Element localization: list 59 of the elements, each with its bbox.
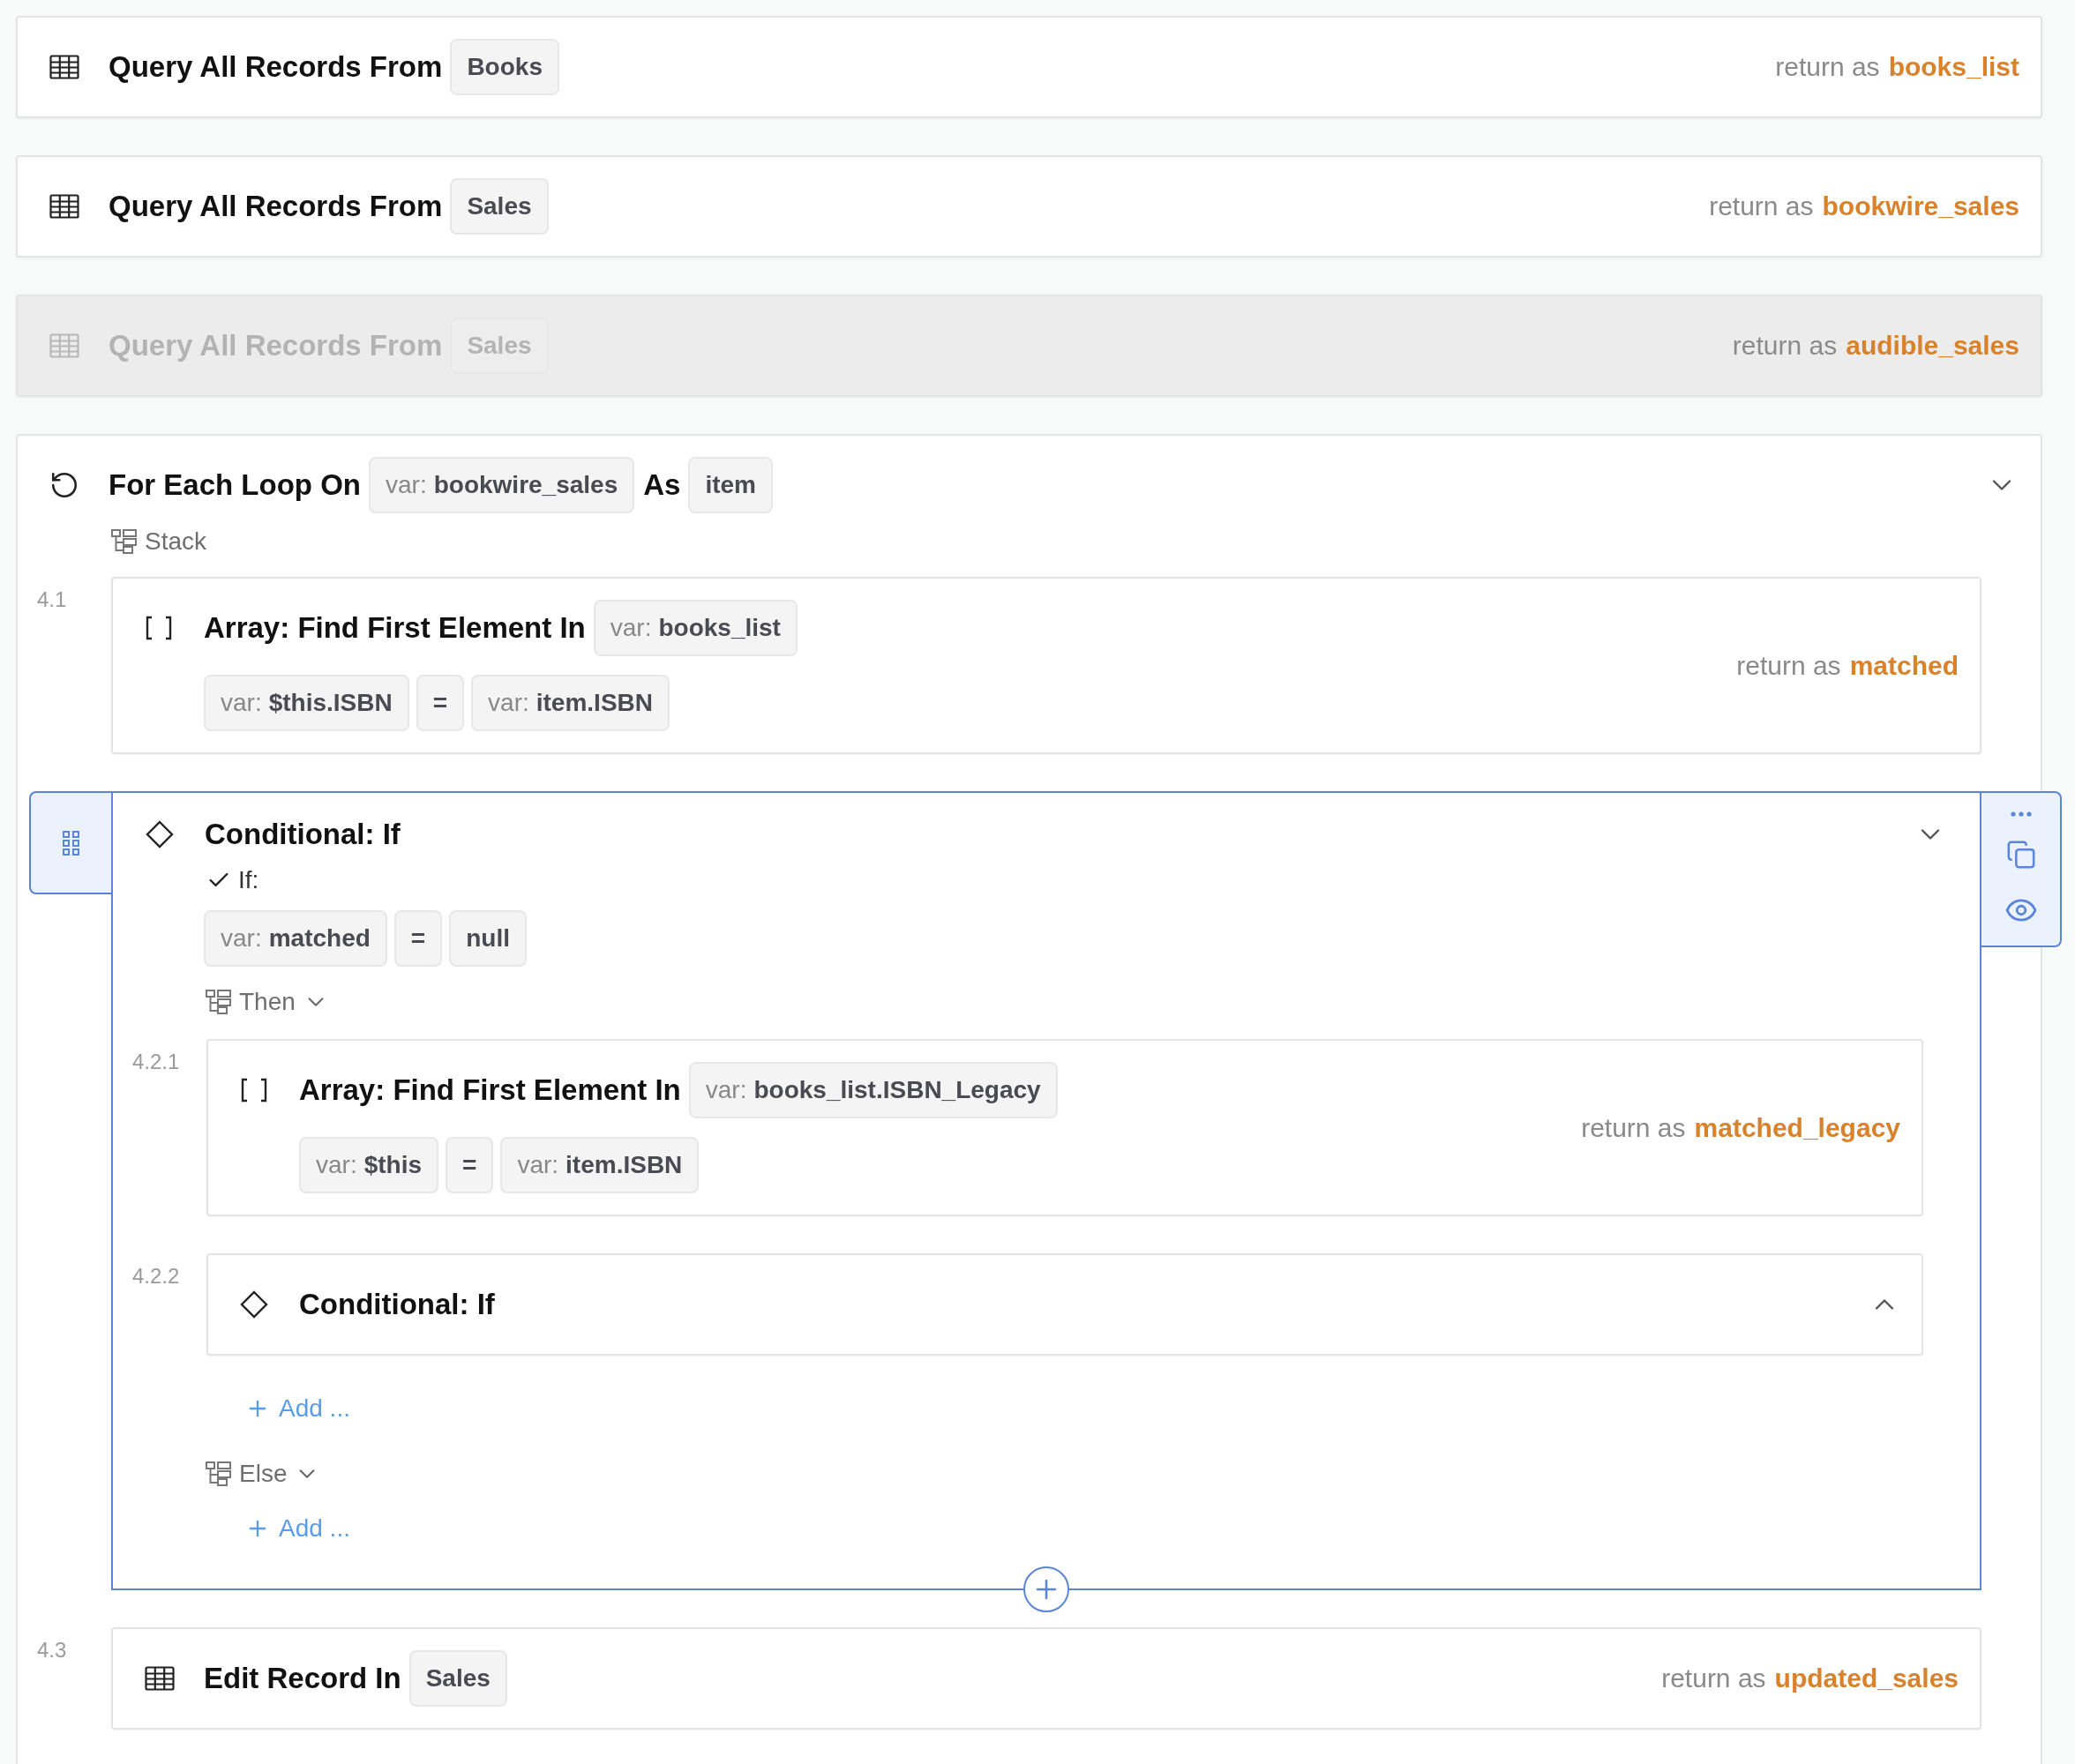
table-icon bbox=[49, 55, 79, 79]
value-chip[interactable]: = bbox=[393, 910, 443, 967]
variable-chip[interactable]: var: bookwire_sales bbox=[369, 457, 635, 513]
hierarchy-icon bbox=[206, 990, 232, 1014]
step-title: Query All Records From bbox=[109, 190, 443, 223]
branch-label[interactable]: Then bbox=[239, 988, 296, 1016]
table-icon bbox=[145, 1666, 175, 1691]
table-icon bbox=[49, 194, 79, 219]
step-number: 4.2.1 bbox=[132, 1049, 180, 1074]
step-title: Query All Records From bbox=[109, 329, 443, 363]
value-chip[interactable]: Sales bbox=[408, 1650, 507, 1707]
step-title: As bbox=[643, 468, 681, 502]
diamond-icon bbox=[240, 1290, 268, 1319]
value-chip[interactable]: = bbox=[446, 1137, 494, 1193]
variable-chip[interactable]: var: item.ISBN bbox=[471, 675, 670, 731]
variable-chip[interactable]: var: books_list bbox=[593, 600, 798, 656]
drag-handle[interactable] bbox=[29, 791, 111, 894]
step-title: For Each Loop On bbox=[109, 468, 361, 502]
return-label: return as matched_legacy bbox=[1581, 1112, 1900, 1143]
more-icon bbox=[2010, 811, 2032, 818]
step-title: Array: Find First Element In bbox=[299, 1073, 681, 1107]
condition-label: If: bbox=[238, 866, 259, 894]
branch-label[interactable]: Else bbox=[239, 1460, 288, 1488]
return-label: return as matched bbox=[1736, 650, 1959, 681]
more-button[interactable] bbox=[2010, 811, 2032, 818]
brackets-icon bbox=[240, 1078, 268, 1102]
stack-label: Stack bbox=[145, 527, 207, 556]
variable-chip[interactable]: var: matched bbox=[204, 910, 387, 967]
add-step-button[interactable] bbox=[1023, 1566, 1069, 1612]
variable-chip[interactable]: var: item.ISBN bbox=[500, 1137, 700, 1193]
step-title: Query All Records From bbox=[109, 50, 443, 84]
brackets-icon bbox=[145, 616, 173, 640]
step-title: Conditional: If bbox=[299, 1288, 495, 1321]
value-chip[interactable]: = bbox=[416, 675, 465, 731]
step-number: 4.3 bbox=[37, 1637, 67, 1663]
step-number: 4.1 bbox=[37, 587, 67, 612]
variable-chip[interactable]: var: books_list.ISBN_Legacy bbox=[688, 1062, 1058, 1118]
variable-chip[interactable]: var: $this.ISBN bbox=[204, 675, 409, 731]
return-label: return as updated_sales bbox=[1661, 1663, 1959, 1693]
variable-chip[interactable]: var: $this bbox=[299, 1137, 439, 1193]
value-chip[interactable]: item bbox=[688, 457, 773, 513]
value-chip[interactable]: null bbox=[449, 910, 527, 967]
grid-dots-icon bbox=[61, 829, 81, 856]
return-label: return as bookwire_sales bbox=[1709, 191, 2019, 221]
hierarchy-icon bbox=[111, 529, 138, 554]
return-label: return as books_list bbox=[1775, 52, 2019, 82]
return-label: return as audible_sales bbox=[1732, 331, 2019, 361]
value-chip[interactable]: Sales bbox=[450, 178, 549, 235]
step-title: Conditional: If bbox=[205, 818, 401, 851]
step-title: Array: Find First Element In bbox=[204, 611, 586, 645]
step-number: 4.2.2 bbox=[132, 1263, 180, 1289]
copy-button[interactable] bbox=[2005, 840, 2036, 871]
copy-icon bbox=[2005, 840, 2036, 871]
hierarchy-icon bbox=[206, 1461, 232, 1486]
value-chip[interactable]: Books bbox=[450, 39, 559, 95]
step-title: Edit Record In bbox=[204, 1662, 401, 1695]
diamond-icon bbox=[146, 820, 174, 848]
table-icon bbox=[49, 333, 79, 358]
loop-arrow-icon bbox=[49, 470, 79, 500]
